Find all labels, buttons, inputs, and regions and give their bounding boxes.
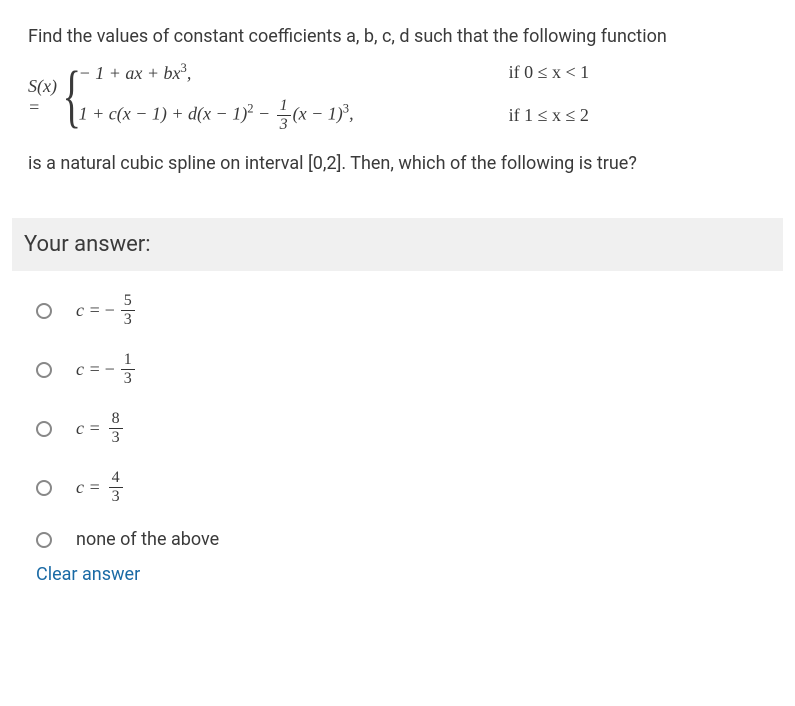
piece2-expr: 1 + c(x − 1) + d(x − 1)2 − 13(x − 1)3, xyxy=(79,98,354,133)
option-none[interactable]: none of the above xyxy=(28,529,767,550)
option-3[interactable]: c = 83 xyxy=(28,411,767,446)
option-4[interactable]: c = 43 xyxy=(28,470,767,505)
question-line-1: Find the values of constant coefficients… xyxy=(28,24,767,49)
radio-icon[interactable] xyxy=(36,532,52,548)
option-1[interactable]: c = − 53 xyxy=(28,293,767,328)
option-2[interactable]: c = − 13 xyxy=(28,352,767,387)
your-answer-header: Your answer: xyxy=(12,218,783,271)
formula-piecewise: S(x) = { − 1 + ax + bx3, if 0 ≤ x < 1 1 … xyxy=(28,61,767,133)
option-3-label: c = 83 xyxy=(76,411,125,446)
option-1-label: c = − 53 xyxy=(76,293,137,328)
option-2-label: c = − 13 xyxy=(76,352,137,387)
clear-answer-link[interactable]: Clear answer xyxy=(28,564,140,585)
option-4-label: c = 43 xyxy=(76,470,125,505)
piece2-cond: if 1 ≤ x ≤ 2 xyxy=(509,105,589,126)
radio-icon[interactable] xyxy=(36,421,52,437)
sx-label: S(x) = xyxy=(28,76,57,118)
radio-icon[interactable] xyxy=(36,362,52,378)
piece-row-1: − 1 + ax + bx3, if 0 ≤ x < 1 xyxy=(79,61,779,84)
question-line-2: is a natural cubic spline on interval [0… xyxy=(28,151,767,176)
radio-icon[interactable] xyxy=(36,480,52,496)
option-none-label: none of the above xyxy=(76,529,219,550)
radio-icon[interactable] xyxy=(36,303,52,319)
piece1-expr: − 1 + ax + bx3, xyxy=(79,61,192,84)
piece-row-2: 1 + c(x − 1) + d(x − 1)2 − 13(x − 1)3, i… xyxy=(79,98,779,133)
piece1-cond: if 0 ≤ x < 1 xyxy=(509,62,590,83)
